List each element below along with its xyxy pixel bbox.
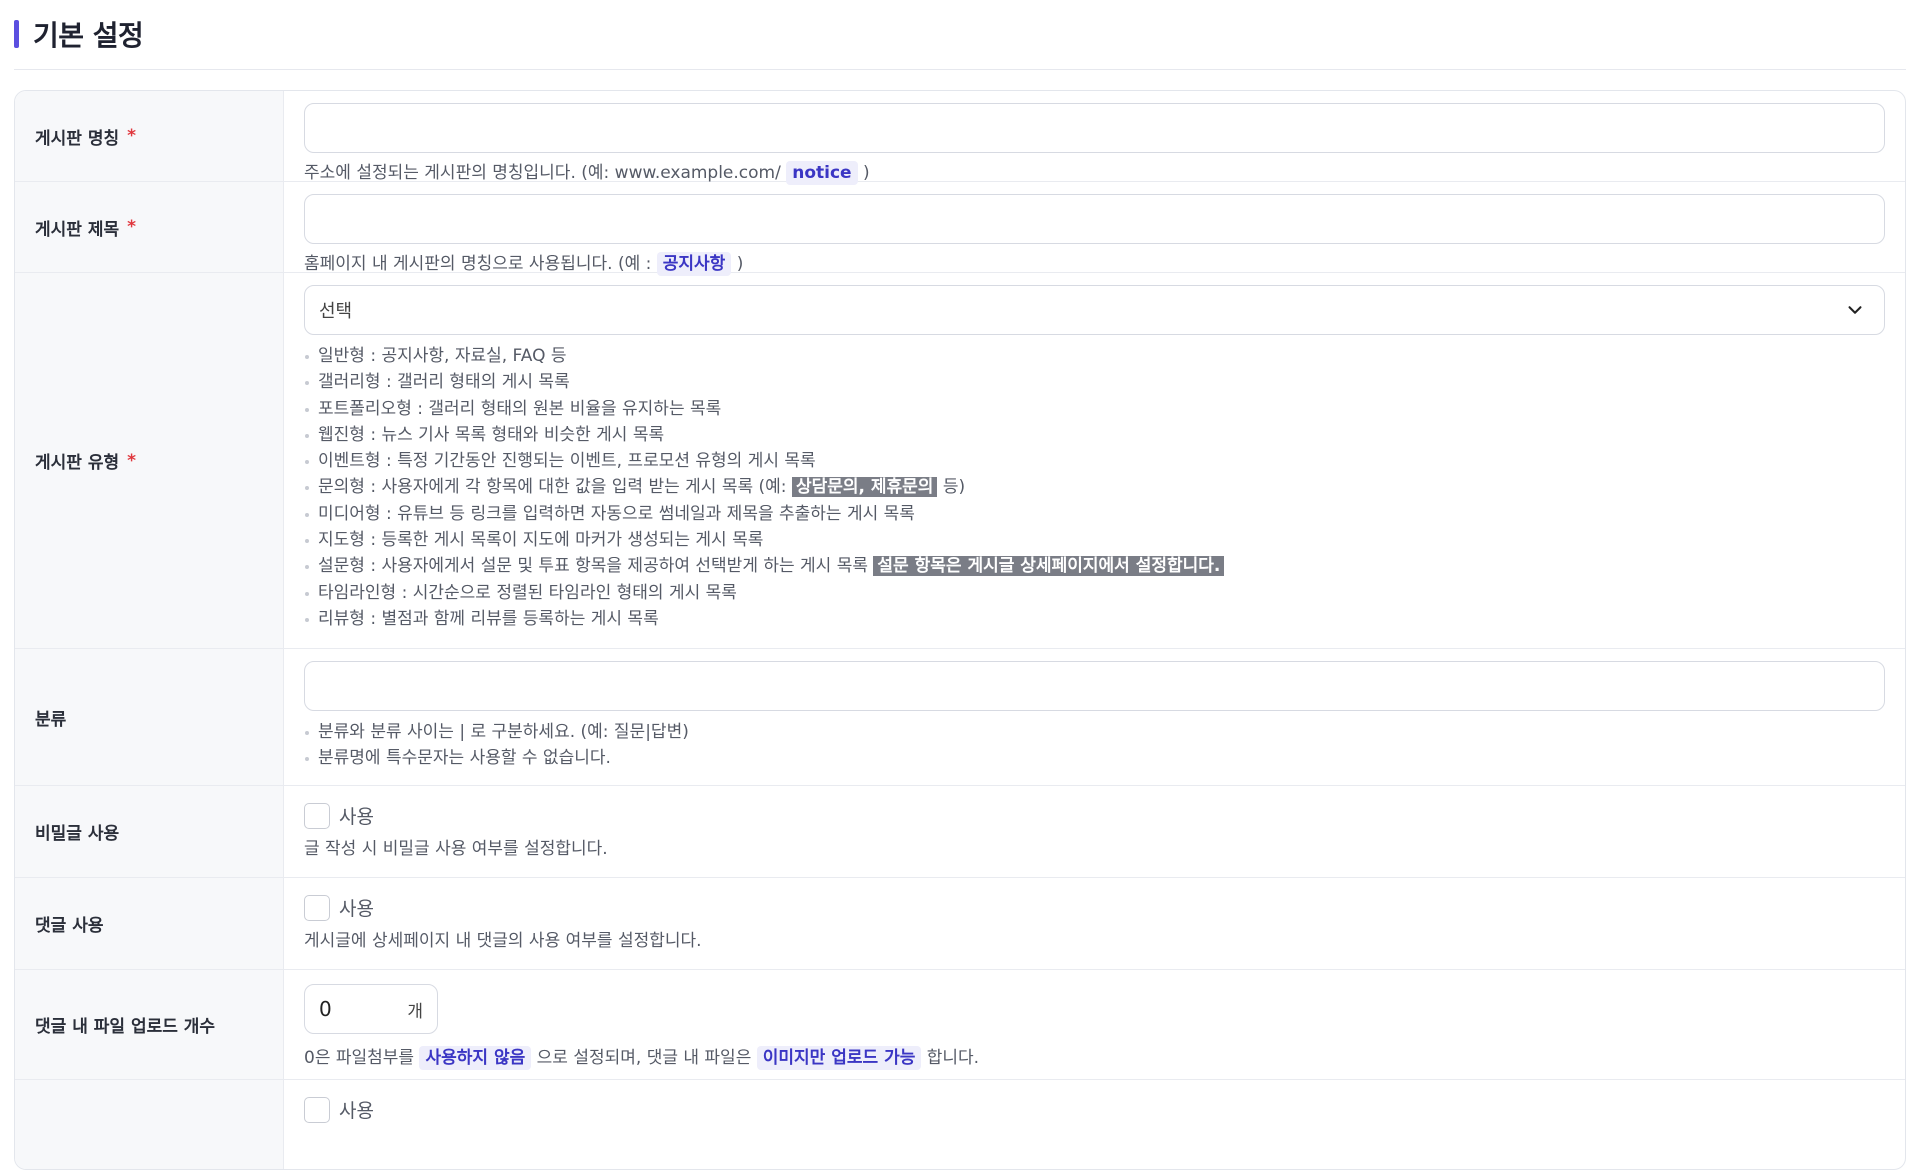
- help-text: ): [736, 254, 744, 274]
- board-type-label: 게시판 유형: [35, 453, 120, 473]
- row-board-type: 게시판 유형 * 선택 일반형 : 공지사항, 자료실, FAQ 등 갤러리형 …: [15, 273, 1905, 649]
- value-cell: 개 0은 파일첨부를 사용하지 않음 으로 설정되며, 댓글 내 파일은 이미지…: [284, 970, 1905, 1079]
- comment-uploads-help: 0은 파일첨부를 사용하지 않음 으로 설정되며, 댓글 내 파일은 이미지만 …: [304, 1046, 1885, 1070]
- value-cell: 사용: [284, 1080, 1905, 1169]
- chevron-down-icon: [1848, 306, 1862, 314]
- value-cell: 사용 글 작성 시 비밀글 사용 여부를 설정합니다.: [284, 786, 1905, 877]
- list-item: 갤러리형 : 갤러리 형태의 게시 목록: [304, 369, 1885, 395]
- settings-form: 게시판 명칭 * 주소에 설정되는 게시판의 명칭입니다. (예: www.ex…: [14, 90, 1906, 1170]
- comment-uploads-label: 댓글 내 파일 업로드 개수: [35, 1017, 216, 1037]
- comments-help: 게시글에 상세페이지 내 댓글의 사용 여부를 설정합니다.: [304, 931, 702, 951]
- row-board-name: 게시판 명칭 * 주소에 설정되는 게시판의 명칭입니다. (예: www.ex…: [15, 91, 1905, 185]
- secret-post-option[interactable]: 사용: [304, 802, 1885, 829]
- value-cell: 홈페이지 내 게시판의 명칭으로 사용됩니다. (예 : 공지사항 ): [284, 182, 1905, 276]
- checkbox-label: 사용: [339, 898, 374, 920]
- row-board-title: 게시판 제목 * 홈페이지 내 게시판의 명칭으로 사용됩니다. (예 : 공지…: [15, 182, 1905, 276]
- value-cell: 주소에 설정되는 게시판의 명칭입니다. (예: www.example.com…: [284, 91, 1905, 185]
- board-type-select[interactable]: 선택: [304, 285, 1885, 335]
- label-cell: 댓글 내 파일 업로드 개수: [15, 970, 284, 1079]
- category-input[interactable]: [304, 661, 1885, 711]
- comment-uploads-field: 개: [304, 984, 438, 1034]
- board-name-label: 게시판 명칭: [35, 128, 120, 149]
- help-text: 주소에 설정되는 게시판의 명칭입니다. (예: www.example.com…: [304, 163, 781, 183]
- value-cell: 분류와 분류 사이는 | 로 구분하세요. (예: 질문|답변) 분류명에 특수…: [284, 649, 1905, 785]
- unit-label: 개: [407, 1002, 423, 1022]
- checkbox-label: 사용: [339, 806, 374, 828]
- required-mark: *: [127, 217, 137, 237]
- list-item: 이벤트형 : 특정 기간동안 진행되는 이벤트, 프로모션 유형의 게시 목록: [304, 448, 1885, 474]
- value-cell: 선택 일반형 : 공지사항, 자료실, FAQ 등 갤러리형 : 갤러리 형태의…: [284, 273, 1905, 648]
- list-item-text: 등): [942, 477, 966, 498]
- list-item: 분류명에 특수문자는 사용할 수 없습니다.: [304, 745, 1885, 771]
- required-mark: *: [127, 450, 137, 471]
- row-category: 분류 분류와 분류 사이는 | 로 구분하세요. (예: 질문|답변) 분류명에…: [15, 649, 1905, 786]
- help-text: ): [862, 163, 870, 183]
- board-name-input[interactable]: [304, 103, 1885, 153]
- row-comment-uploads: 댓글 내 파일 업로드 개수 개 0은 파일첨부를 사용하지 않음 으로 설정되…: [15, 970, 1905, 1080]
- label-cell: 댓글 사용: [15, 878, 284, 969]
- board-type-descriptions: 일반형 : 공지사항, 자료실, FAQ 등 갤러리형 : 갤러리 형태의 게시…: [304, 343, 1885, 632]
- board-title-input[interactable]: [304, 194, 1885, 244]
- row-comments: 댓글 사용 사용 게시글에 상세페이지 내 댓글의 사용 여부를 설정합니다.: [15, 878, 1905, 970]
- comment-uploads-input[interactable]: [305, 985, 395, 1033]
- comments-label: 댓글 사용: [35, 916, 104, 936]
- label-cell: 게시판 명칭 *: [15, 91, 284, 181]
- label-cell: [15, 1080, 284, 1169]
- list-item: 리뷰형 : 별점과 함께 리뷰를 등록하는 게시 목록: [304, 606, 1885, 632]
- row-next: 사용: [15, 1080, 1905, 1169]
- next-option[interactable]: 사용: [304, 1096, 1885, 1123]
- list-item: 타임라인형 : 시간순으로 정렬된 타임라인 형태의 게시 목록: [304, 580, 1885, 606]
- highlight-badge: 설문 항목은 게시글 상세페이지에서 설정합니다.: [873, 556, 1225, 577]
- secret-post-checkbox[interactable]: [304, 802, 330, 829]
- list-item-text: 설문형 : 사용자에게서 설문 및 투표 항목을 제공하여 선택받게 하는 게시…: [318, 556, 869, 577]
- secret-post-help: 글 작성 시 비밀글 사용 여부를 설정합니다.: [304, 839, 608, 859]
- page-title: 기본 설정: [33, 19, 144, 52]
- page-header: 기본 설정: [14, 0, 1906, 70]
- secret-post-label: 비밀글 사용: [35, 824, 120, 844]
- value-cell: 사용 게시글에 상세페이지 내 댓글의 사용 여부를 설정합니다.: [284, 878, 1905, 969]
- list-item: 분류와 분류 사이는 | 로 구분하세요. (예: 질문|답변): [304, 719, 1885, 745]
- label-cell: 비밀글 사용: [15, 786, 284, 877]
- list-item: 미디어형 : 유튜브 등 링크를 입력하면 자동으로 썸네일과 제목을 추출하는…: [304, 501, 1885, 527]
- comments-checkbox[interactable]: [304, 894, 330, 921]
- help-text: 홈페이지 내 게시판의 명칭으로 사용됩니다. (예 :: [304, 254, 652, 274]
- help-tag: 사용하지 않음: [419, 1046, 532, 1070]
- select-value: 선택: [319, 301, 353, 322]
- list-item: 일반형 : 공지사항, 자료실, FAQ 등: [304, 343, 1885, 369]
- list-item: 지도형 : 등록한 게시 목록이 지도에 마커가 생성되는 게시 목록: [304, 527, 1885, 553]
- label-cell: 게시판 유형 *: [15, 273, 284, 648]
- list-item: 웹진형 : 뉴스 기사 목록 형태와 비슷한 게시 목록: [304, 422, 1885, 448]
- list-item-text: 문의형 : 사용자에게 각 항목에 대한 값을 입력 받는 게시 목록 (예:: [318, 477, 787, 498]
- help-text: 합니다.: [926, 1048, 980, 1068]
- help-tag: 이미지만 업로드 가능: [756, 1046, 922, 1070]
- required-mark: *: [127, 126, 137, 146]
- checkbox-label: 사용: [339, 1100, 374, 1122]
- category-help: 분류와 분류 사이는 | 로 구분하세요. (예: 질문|답변) 분류명에 특수…: [304, 719, 1885, 772]
- category-label: 분류: [35, 709, 67, 730]
- list-item: 포트폴리오형 : 갤러리 형태의 원본 비율을 유지하는 목록: [304, 396, 1885, 422]
- help-text: 으로 설정되며, 댓글 내 파일은: [536, 1048, 752, 1068]
- list-item: 설문형 : 사용자에게서 설문 및 투표 항목을 제공하여 선택받게 하는 게시…: [304, 553, 1885, 579]
- label-cell: 게시판 제목 *: [15, 182, 284, 272]
- list-item: 문의형 : 사용자에게 각 항목에 대한 값을 입력 받는 게시 목록 (예: …: [304, 474, 1885, 500]
- row-secret-post: 비밀글 사용 사용 글 작성 시 비밀글 사용 여부를 설정합니다.: [15, 786, 1905, 878]
- highlight-badge: 상담문의, 제휴문의: [791, 477, 938, 498]
- label-cell: 분류: [15, 649, 284, 785]
- title-accent-bar: [14, 20, 19, 48]
- board-title-label: 게시판 제목: [35, 219, 120, 240]
- comments-option[interactable]: 사용: [304, 894, 1885, 921]
- next-checkbox[interactable]: [304, 1096, 330, 1123]
- help-text: 0은 파일첨부를: [304, 1048, 415, 1068]
